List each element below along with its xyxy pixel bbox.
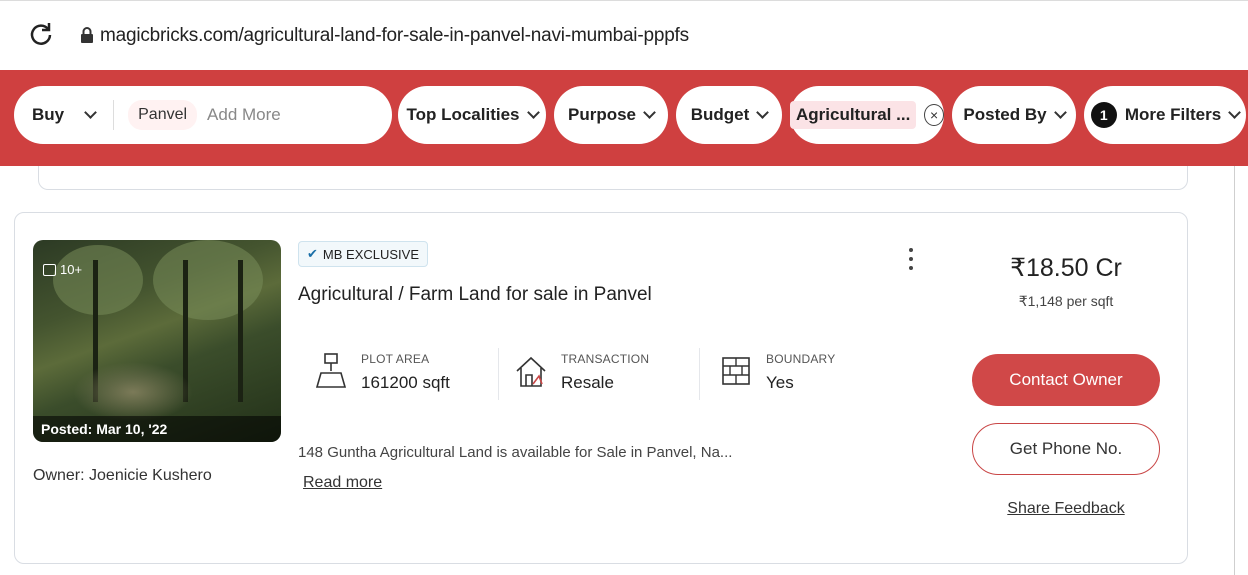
spec-plot-area: PLOT AREA 161200 sqft <box>315 348 495 403</box>
chevron-down-icon <box>643 106 656 119</box>
budget-label: Budget <box>690 105 750 124</box>
filter-bar: Buy Panvel Add More Top Localities Purpo… <box>0 70 1248 166</box>
spec-boundary: BOUNDARY Yes <box>720 348 900 403</box>
price: ₹18.50 Cr <box>1010 254 1122 282</box>
photo-tree-trunk <box>238 260 243 402</box>
divider <box>1234 166 1235 575</box>
buy-dropdown-label[interactable]: Buy <box>32 105 64 125</box>
agricultural-label: Agricultural ... <box>790 101 917 129</box>
posted-by-label: Posted By <box>963 105 1047 124</box>
price-per-sqft: ₹1,148 per sqft <box>1018 293 1114 309</box>
photo-path <box>73 362 193 422</box>
gallery-icon <box>43 263 56 276</box>
plot-area-icon <box>315 353 347 388</box>
spec-transaction: TRANSACTION Resale <box>515 348 695 403</box>
spec-value: Resale <box>561 373 614 392</box>
filter-count-badge: 1 <box>1090 102 1117 128</box>
purpose-label: Purpose <box>567 105 637 124</box>
budget-filter[interactable]: Budget <box>676 86 782 144</box>
search-box[interactable]: Buy Panvel Add More <box>14 86 392 144</box>
share-feedback-link[interactable]: Share Feedback <box>971 500 1161 518</box>
chevron-down-icon <box>756 106 770 119</box>
more-filters-label: More Filters <box>1124 105 1222 124</box>
house-icon <box>516 356 546 387</box>
add-more-input[interactable]: Add More <box>207 105 281 125</box>
spec-value: Yes <box>766 373 794 392</box>
get-phone-button[interactable]: Get Phone No. <box>972 423 1160 475</box>
posted-date: Posted: Mar 10, '22 <box>33 416 281 442</box>
spec-label: TRANSACTION <box>561 352 650 366</box>
lock-icon <box>81 27 93 43</box>
photo-foliage <box>53 245 143 315</box>
listing-card[interactable]: 10+ Posted: Mar 10, '22 Owner: Joenicie … <box>14 212 1188 564</box>
top-localities-filter[interactable]: Top Localities <box>398 86 546 144</box>
mb-exclusive-badge: ✔ MB EXCLUSIVE <box>298 241 428 267</box>
mb-exclusive-label: MB EXCLUSIVE <box>322 246 419 262</box>
address-bar-url[interactable]: magicbricks.com/agricultural-land-for-sa… <box>100 25 689 47</box>
spec-label: BOUNDARY <box>766 352 836 366</box>
chevron-down-icon <box>1228 106 1242 119</box>
image-count-label: 10+ <box>60 262 83 277</box>
agricultural-filter-chip[interactable]: Agricultural ... × <box>790 86 944 144</box>
more-filters-button[interactable]: 1 More Filters <box>1084 86 1246 144</box>
chevron-down-icon <box>1053 106 1067 119</box>
spec-value: 161200 sqft <box>361 373 450 392</box>
more-options-icon[interactable] <box>908 248 914 270</box>
photo-foliage <box>153 240 263 320</box>
chevron-down-icon <box>526 106 540 119</box>
browser-url-bar: magicbricks.com/agricultural-land-for-sa… <box>0 0 1248 70</box>
chevron-down-icon[interactable] <box>84 106 97 119</box>
posted-by-filter[interactable]: Posted By <box>952 86 1076 144</box>
divider <box>699 348 700 400</box>
close-icon[interactable]: × <box>924 104 944 126</box>
wall-icon <box>722 357 750 385</box>
top-localities-label: Top Localities <box>406 105 520 124</box>
previous-listing-card <box>38 166 1188 190</box>
image-count-badge: 10+ <box>43 262 82 277</box>
contact-owner-button[interactable]: Contact Owner <box>972 354 1160 406</box>
divider <box>498 348 499 400</box>
listing-description: 148 Guntha Agricultural Land is availabl… <box>298 444 733 461</box>
listing-title[interactable]: Agricultural / Farm Land for sale in Pan… <box>298 284 652 306</box>
property-photo[interactable]: 10+ Posted: Mar 10, '22 <box>33 240 281 442</box>
check-icon: ✔ <box>307 246 318 261</box>
location-tag[interactable]: Panvel <box>128 100 198 130</box>
owner-name: Owner: Joenicie Kushero <box>33 467 212 484</box>
spec-label: PLOT AREA <box>361 352 430 366</box>
read-more-link[interactable]: Read more <box>303 474 382 492</box>
purpose-filter[interactable]: Purpose <box>554 86 668 144</box>
reload-icon[interactable] <box>28 21 54 47</box>
divider <box>113 100 115 130</box>
